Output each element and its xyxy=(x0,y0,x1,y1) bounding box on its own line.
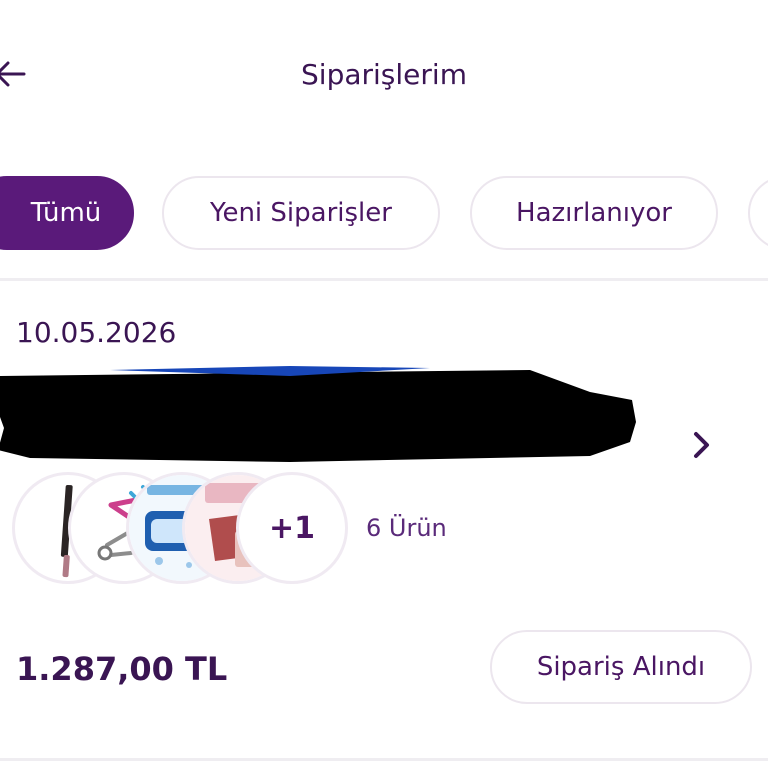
app-header: Siparişlerim xyxy=(0,40,768,110)
product-count: 6 Ürün xyxy=(366,514,447,542)
order-date: 10.05.2026 xyxy=(16,316,177,349)
order-detail-chevron[interactable] xyxy=(688,428,716,462)
divider xyxy=(0,278,768,281)
order-filter-tabs: Tümü Yeni Siparişler Hazırlanıyor xyxy=(0,176,768,252)
page-title: Siparişlerim xyxy=(301,58,467,91)
order-total: 1.287,00 TL xyxy=(16,650,228,688)
more-products-count: +1 xyxy=(268,510,315,546)
tab-all[interactable]: Tümü xyxy=(0,176,134,250)
redacted-address xyxy=(0,366,636,462)
chevron-right-icon xyxy=(694,432,709,458)
product-thumbnails[interactable]: +1 xyxy=(12,472,352,584)
tab-preparing[interactable]: Hazırlanıyor xyxy=(470,176,718,250)
tab-new-orders[interactable]: Yeni Siparişler xyxy=(162,176,440,250)
more-products-badge: +1 xyxy=(236,472,348,584)
divider xyxy=(0,758,768,761)
order-status-button[interactable]: Sipariş Alındı xyxy=(490,630,752,704)
tab-next[interactable] xyxy=(748,176,768,250)
orders-screen: Siparişlerim Tümü Yeni Siparişler Hazırl… xyxy=(0,0,768,768)
